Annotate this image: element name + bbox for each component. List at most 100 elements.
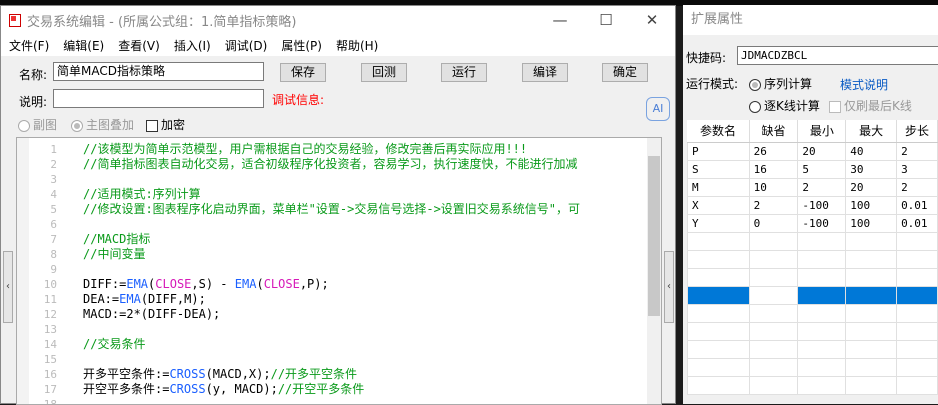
table-cell[interactable]: M xyxy=(687,177,750,197)
table-row[interactable] xyxy=(687,231,938,251)
table-cell[interactable]: -100 xyxy=(797,213,847,233)
table-cell[interactable] xyxy=(748,285,799,305)
scrollbar-thumb[interactable] xyxy=(648,156,660,316)
save-button[interactable]: 保存 xyxy=(280,63,326,82)
table-cell[interactable] xyxy=(748,231,799,251)
table-cell[interactable] xyxy=(797,321,847,341)
code-editor[interactable]: 1 //该模型为简单示范模型，用户需根据自己的交易经验，修改完善后再实际应用!!!… xyxy=(16,137,662,405)
run-button[interactable]: 运行 xyxy=(441,63,487,82)
table-cell[interactable] xyxy=(896,321,938,341)
table-row[interactable] xyxy=(687,321,938,341)
table-cell[interactable] xyxy=(896,375,938,395)
table-cell[interactable]: S xyxy=(687,159,750,179)
radio-sequence-calc[interactable]: 序列计算 xyxy=(749,75,812,92)
col-max[interactable]: 最大 xyxy=(845,120,898,143)
table-row[interactable] xyxy=(687,267,938,287)
vertical-scrollbar[interactable] xyxy=(647,138,661,404)
table-cell[interactable] xyxy=(896,285,938,305)
menu-help[interactable]: 帮助(H) xyxy=(336,37,378,54)
table-cell[interactable]: 0.01 xyxy=(896,195,938,215)
table-row[interactable] xyxy=(687,249,938,269)
table-cell[interactable]: 16 xyxy=(748,159,799,179)
table-cell[interactable] xyxy=(748,375,799,395)
table-cell[interactable] xyxy=(797,231,847,251)
desc-input[interactable] xyxy=(53,89,264,108)
table-cell[interactable] xyxy=(797,375,847,395)
table-row[interactable]: M 10 2 20 2 xyxy=(687,177,938,197)
encrypt-checkbox[interactable]: 加密 xyxy=(146,116,185,133)
table-cell[interactable] xyxy=(845,285,898,305)
table-row[interactable] xyxy=(687,303,938,323)
collapse-left-button[interactable]: ‹ xyxy=(3,251,13,323)
table-cell[interactable] xyxy=(845,249,898,269)
menu-edit[interactable]: 编辑(E) xyxy=(63,37,104,54)
table-cell[interactable] xyxy=(687,267,750,287)
table-cell[interactable]: 2 xyxy=(748,195,799,215)
compile-button[interactable]: 编译 xyxy=(522,63,568,82)
menu-file[interactable]: 文件(F) xyxy=(9,37,49,54)
radio-bar-calc[interactable]: 逐K线计算 xyxy=(749,97,820,114)
table-cell[interactable] xyxy=(687,375,750,395)
close-button[interactable]: ✕ xyxy=(629,11,675,29)
table-cell[interactable]: 10 xyxy=(748,177,799,197)
table-cell[interactable] xyxy=(797,339,847,359)
table-row[interactable] xyxy=(687,357,938,377)
table-cell[interactable] xyxy=(845,357,898,377)
col-param-name[interactable]: 参数名 xyxy=(687,120,750,143)
menu-properties[interactable]: 属性(P) xyxy=(281,37,322,54)
menu-view[interactable]: 查看(V) xyxy=(118,37,160,54)
minimize-button[interactable]: — xyxy=(537,11,583,29)
table-cell[interactable]: -100 xyxy=(797,195,847,215)
table-cell[interactable] xyxy=(845,267,898,287)
table-cell[interactable] xyxy=(797,285,847,305)
table-cell[interactable] xyxy=(797,267,847,287)
ai-icon[interactable]: AI xyxy=(646,97,670,121)
table-cell[interactable]: 2 xyxy=(896,177,938,197)
shortcut-input[interactable]: JDMACDZBCL xyxy=(737,46,938,65)
ok-button[interactable]: 确定 xyxy=(602,63,648,82)
maximize-button[interactable]: ☐ xyxy=(583,11,629,29)
table-cell[interactable] xyxy=(797,249,847,269)
table-row[interactable]: P 26 20 40 2 xyxy=(687,141,938,161)
table-cell[interactable]: 100 xyxy=(845,195,898,215)
table-cell[interactable]: P xyxy=(687,141,750,161)
table-row[interactable] xyxy=(687,375,938,395)
table-cell[interactable] xyxy=(896,339,938,359)
mode-help-link[interactable]: 模式说明 xyxy=(840,76,888,93)
table-cell[interactable] xyxy=(896,231,938,251)
table-cell[interactable] xyxy=(748,339,799,359)
table-cell[interactable]: 5 xyxy=(797,159,847,179)
table-cell[interactable] xyxy=(896,357,938,377)
table-cell[interactable] xyxy=(687,285,750,305)
table-cell[interactable]: 40 xyxy=(845,141,898,161)
table-cell[interactable] xyxy=(845,303,898,323)
table-cell[interactable]: 26 xyxy=(748,141,799,161)
radio-main-overlay[interactable]: 主图叠加 xyxy=(71,116,134,133)
table-cell[interactable] xyxy=(845,321,898,341)
table-cell[interactable] xyxy=(845,375,898,395)
table-cell[interactable] xyxy=(687,303,750,323)
table-cell[interactable]: 100 xyxy=(845,213,898,233)
collapse-right-button[interactable]: ‹ xyxy=(664,251,674,323)
table-cell[interactable] xyxy=(797,303,847,323)
table-cell[interactable]: 20 xyxy=(845,177,898,197)
name-input[interactable]: 简单MACD指标策略 xyxy=(53,62,264,81)
table-row[interactable] xyxy=(687,339,938,359)
table-cell[interactable] xyxy=(687,231,750,251)
table-cell[interactable]: 0.01 xyxy=(896,213,938,233)
table-cell[interactable]: 30 xyxy=(845,159,898,179)
table-cell[interactable]: 3 xyxy=(896,159,938,179)
table-cell[interactable] xyxy=(687,249,750,269)
table-cell[interactable] xyxy=(748,249,799,269)
table-cell[interactable]: X xyxy=(687,195,750,215)
table-cell[interactable]: 0 xyxy=(748,213,799,233)
table-row[interactable] xyxy=(687,285,938,305)
table-cell[interactable]: 2 xyxy=(896,141,938,161)
table-cell[interactable]: 20 xyxy=(797,141,847,161)
table-cell[interactable] xyxy=(896,303,938,323)
table-cell[interactable] xyxy=(687,357,750,377)
col-step[interactable]: 步长 xyxy=(896,120,938,143)
table-cell[interactable] xyxy=(896,249,938,269)
table-cell[interactable] xyxy=(748,267,799,287)
table-cell[interactable]: 2 xyxy=(797,177,847,197)
